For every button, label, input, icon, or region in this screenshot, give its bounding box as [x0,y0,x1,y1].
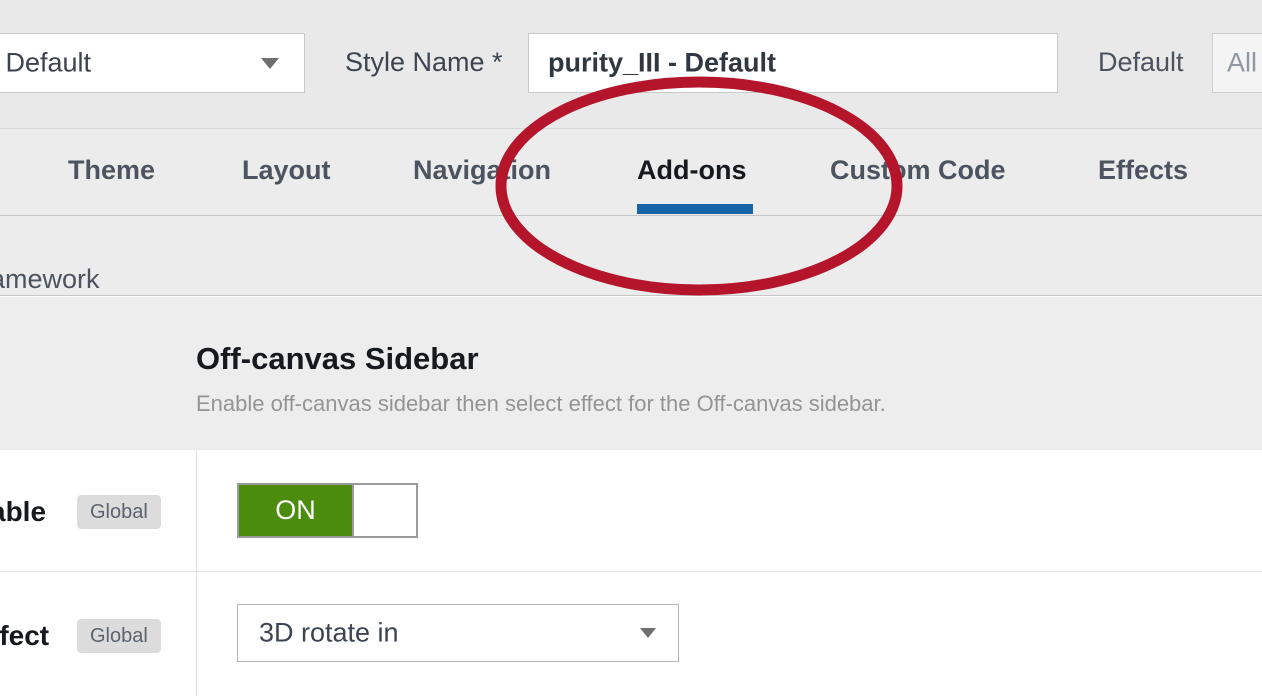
row-divider [196,450,197,571]
page-title: Off-canvas Sidebar [196,341,479,376]
row-divider [196,572,197,696]
toggle-on-segment[interactable]: ON [239,485,352,536]
breadcrumb-strip: amework [0,216,1262,296]
enable-toggle[interactable]: ON [237,483,418,538]
style-preset-dropdown[interactable]: - Default [0,33,305,93]
all-filter-button[interactable]: All [1212,33,1262,93]
effect-label: ffect [0,620,50,651]
tab-custom-code[interactable]: Custom Code [830,155,1006,186]
enable-label: able [0,496,47,527]
style-name-input[interactable]: purity_III - Default [528,33,1058,93]
chevron-down-icon [261,58,279,69]
style-name-value: purity_III - Default [548,47,777,78]
effect-global-badge: Global [77,619,161,653]
form-row-enable: able Global ON [0,450,1262,572]
enable-global-badge: Global [77,495,161,529]
tab-effects[interactable]: Effects [1098,155,1188,186]
effect-dropdown[interactable]: 3D rotate in [237,604,679,662]
effect-selected-value: 3D rotate in [259,617,399,648]
tab-theme[interactable]: Theme [68,155,155,186]
chevron-down-icon [640,628,656,638]
active-tab-indicator [637,204,753,214]
breadcrumb: amework [0,264,100,294]
toggle-knob[interactable] [352,485,416,536]
style-preset-value: - Default [0,47,92,78]
section-description: Enable off-canvas sidebar then select ef… [196,391,886,416]
tab-bar: Theme Layout Navigation Add-ons Custom C… [0,128,1262,216]
all-filter-label: All [1227,47,1258,78]
section-header: Off-canvas Sidebar Enable off-canvas sid… [0,297,1262,450]
form-row-effect: ffect Global 3D rotate in [0,572,1262,696]
style-editor-screen: - Default Style Name * purity_III - Defa… [0,0,1262,696]
settings-form: able Global ON ffect Global 3D rotate in [0,450,1262,696]
tab-navigation[interactable]: Navigation [413,155,551,186]
default-label: Default [1098,47,1184,77]
style-name-label: Style Name * [345,47,503,77]
top-toolbar: - Default Style Name * purity_III - Defa… [0,0,1262,128]
tab-add-ons[interactable]: Add-ons [637,155,746,186]
tab-layout[interactable]: Layout [242,155,331,186]
toggle-state-label: ON [275,495,316,525]
